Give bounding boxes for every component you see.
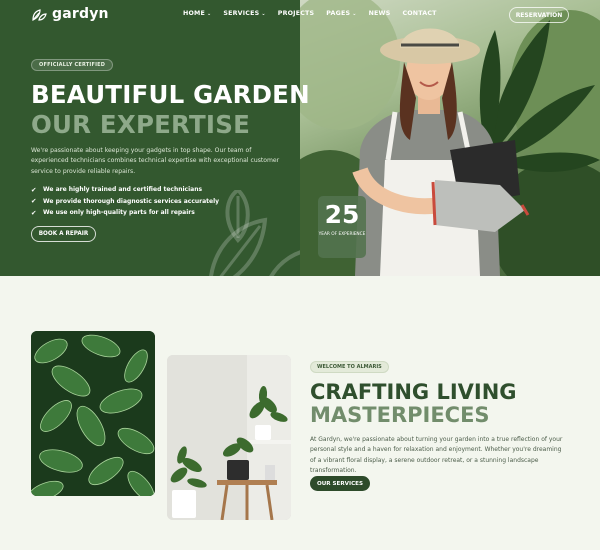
book-repair-button[interactable]: BOOK A REPAIR [31, 226, 96, 242]
nav-pages-label: PAGES [326, 10, 351, 17]
welcome-badge: WELCOME TO ALMARIS [310, 361, 389, 373]
leaf-logo-icon [32, 9, 47, 21]
list-item: ✔ We are highly trained and certified te… [31, 184, 219, 196]
hero-section: gardyn HOME ⌄ SERVICES ⌄ PROJECTS PAGES ⌄ N… [0, 0, 600, 276]
nav-projects[interactable]: PROJECTS [278, 10, 315, 17]
hero-description: We're passionate about keeping your gadg… [31, 147, 280, 175]
leaves-photo [31, 331, 155, 496]
nav-contact[interactable]: CONTACT [402, 10, 436, 17]
years-label: YEAR OF EXPERIENCE [318, 232, 366, 237]
nav-home[interactable]: HOME ⌄ [183, 10, 211, 17]
check-text: We use only high-quality parts for all r… [43, 209, 195, 217]
nav-news[interactable]: NEWS [369, 10, 391, 17]
nav-pages[interactable]: PAGES ⌄ [326, 10, 356, 17]
logo-text: gardyn [52, 6, 109, 22]
nav-projects-label: PROJECTS [277, 10, 315, 17]
nav-services[interactable]: SERVICES ⌄ [223, 10, 265, 17]
nav-news-label: NEWS [368, 10, 391, 17]
section-description: At Gardyn, we're passionate about turnin… [310, 436, 563, 474]
logo[interactable]: gardyn [31, 6, 109, 22]
chevron-down-icon: ⌄ [261, 11, 266, 17]
section-title-line2: MASTERPIECES [310, 403, 490, 427]
check-icon: ✔ [31, 185, 37, 194]
nav-contact-label: CONTACT [402, 10, 437, 17]
chevron-down-icon: ⌄ [352, 11, 357, 17]
nav-home-label: HOME [183, 10, 205, 17]
hero-title-line1: BEAUTIFUL GARDEN [31, 80, 310, 109]
leaves-illustration [31, 331, 155, 496]
check-text: We are highly trained and certified tech… [43, 186, 203, 194]
section-title-line1: CRAFTING LIVING [310, 380, 517, 404]
hero-title-line2: OUR EXPERTISE [31, 110, 251, 139]
nav-services-label: SERVICES [223, 10, 260, 17]
reservation-button[interactable]: RESERVATION [509, 7, 569, 23]
main-nav: HOME ⌄ SERVICES ⌄ PROJECTS PAGES ⌄ NEWS CON… [183, 10, 437, 17]
check-icon: ✔ [31, 197, 37, 206]
site-header: gardyn HOME ⌄ SERVICES ⌄ PROJECTS PAGES ⌄ N… [0, 0, 600, 30]
our-services-button[interactable]: OUR SERVICES [310, 476, 370, 491]
check-text: We provide thorough diagnostic services … [43, 197, 220, 205]
experience-badge: 25 YEAR OF EXPERIENCE [318, 196, 366, 258]
chevron-down-icon: ⌄ [207, 11, 212, 17]
hero-checklist: ✔ We are highly trained and certified te… [31, 184, 219, 219]
plants-illustration [167, 355, 291, 520]
list-item: ✔ We use only high-quality parts for all… [31, 207, 219, 219]
list-item: ✔ We provide thorough diagnostic service… [31, 196, 219, 208]
check-icon: ✔ [31, 208, 37, 217]
certified-badge: OFFICIALLY CERTIFIED [31, 59, 114, 71]
houseplants-photo [167, 355, 291, 520]
years-number: 25 [324, 200, 360, 229]
